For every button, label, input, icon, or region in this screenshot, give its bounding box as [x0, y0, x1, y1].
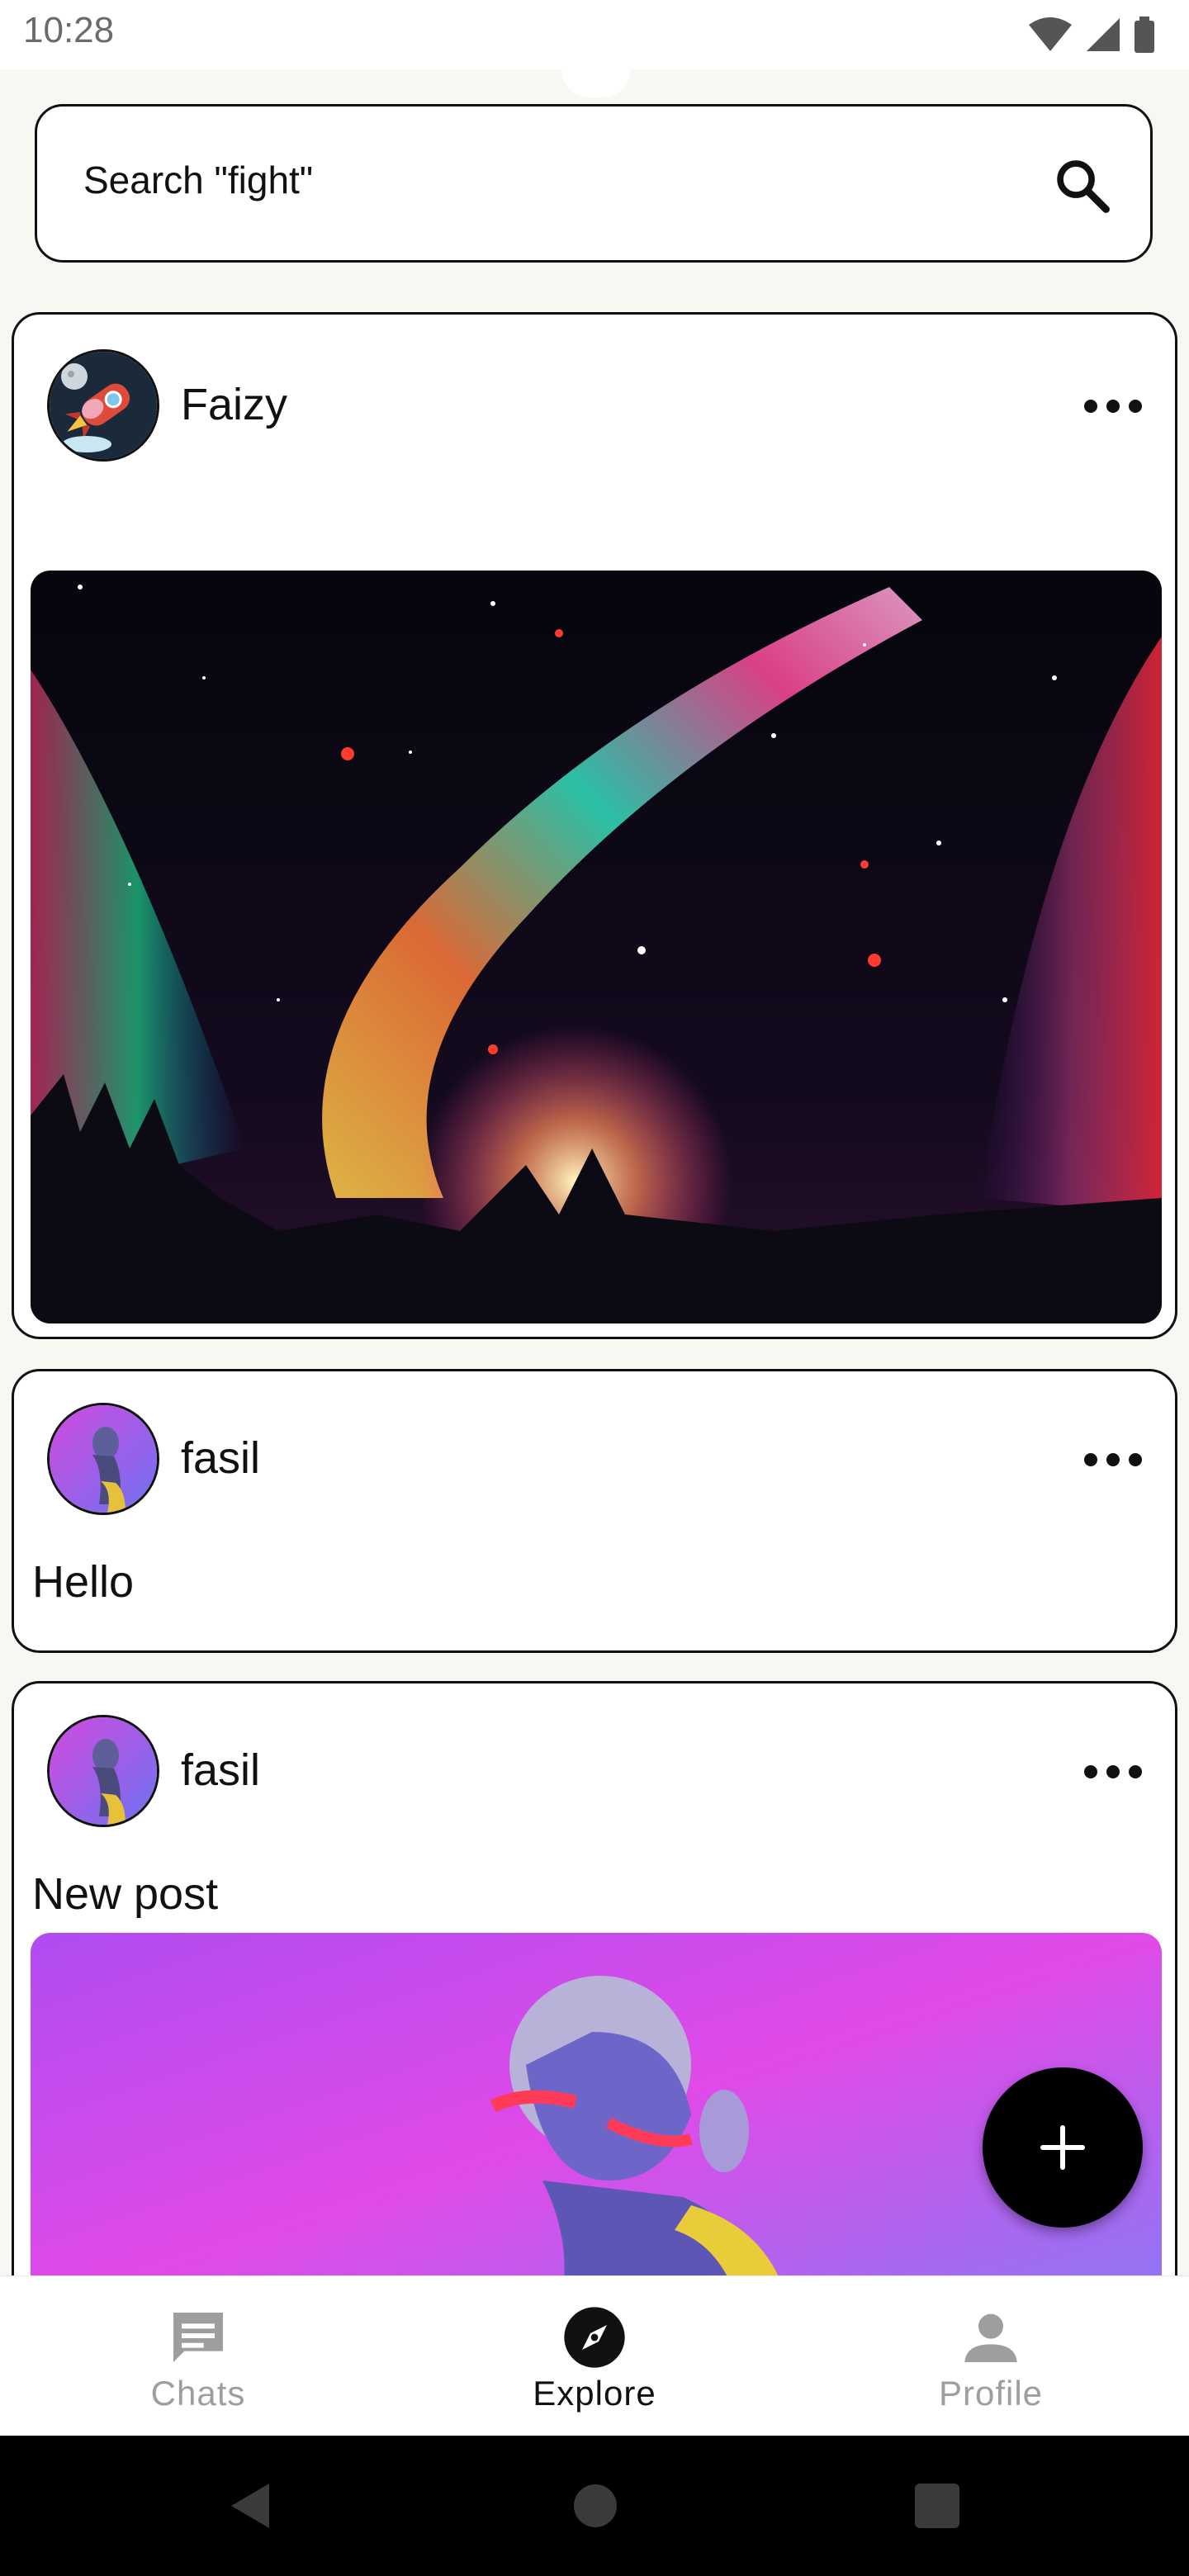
new-post-button[interactable]	[983, 2067, 1143, 2228]
back-icon[interactable]	[223, 2477, 281, 2535]
aurora-galaxy-image	[31, 571, 1162, 1324]
recents-icon[interactable]	[908, 2477, 966, 2535]
search-input[interactable]: Search "fight"	[83, 158, 313, 202]
top-notch	[561, 69, 631, 97]
nav-label-profile: Profile	[938, 2374, 1044, 2413]
nav-label-chats: Chats	[150, 2374, 246, 2413]
post-card[interactable]: fasil Hello	[12, 1369, 1177, 1653]
signal-icon	[1087, 18, 1120, 51]
post-card[interactable]: Faizy	[12, 312, 1177, 1339]
compass-icon	[564, 2307, 625, 2368]
system-navigation-bar	[0, 2436, 1189, 2576]
status-time: 10:28	[23, 10, 115, 50]
search-icon[interactable]	[1051, 154, 1114, 217]
search-bar[interactable]: Search "fight"	[35, 104, 1153, 263]
more-options-icon[interactable]	[1084, 1449, 1142, 1470]
more-options-icon[interactable]	[1084, 1761, 1142, 1783]
nav-item-explore[interactable]: Explore	[396, 2276, 793, 2436]
nav-item-chats[interactable]: Chats	[0, 2276, 396, 2436]
post-username[interactable]: Faizy	[181, 379, 287, 430]
home-icon[interactable]	[566, 2477, 624, 2535]
post-card[interactable]: fasil New post	[12, 1681, 1177, 2308]
chat-icon	[173, 2313, 223, 2362]
more-options-icon[interactable]	[1084, 395, 1142, 417]
battery-icon	[1135, 17, 1154, 53]
wifi-icon	[1029, 17, 1072, 51]
plus-icon	[1040, 2125, 1085, 2170]
rocket-avatar-image	[50, 352, 157, 459]
person-icon	[964, 2313, 1017, 2362]
post-username[interactable]: fasil	[181, 1745, 260, 1796]
nav-label-explore: Explore	[533, 2374, 656, 2413]
post-username[interactable]: fasil	[181, 1432, 260, 1484]
post-image[interactable]	[31, 571, 1162, 1324]
bottom-navigation: Chats Explore Profile	[0, 2275, 1189, 2436]
avatar[interactable]	[47, 1715, 159, 1827]
status-bar: 10:28	[0, 0, 1189, 69]
status-icons	[1027, 15, 1156, 54]
person-avatar-image	[50, 1405, 157, 1513]
avatar[interactable]	[47, 1403, 159, 1515]
nav-item-profile[interactable]: Profile	[793, 2276, 1189, 2436]
post-text: New post	[32, 1869, 219, 1919]
person-avatar-image	[50, 1717, 157, 1825]
post-text: Hello	[32, 1557, 135, 1607]
avatar[interactable]	[47, 349, 159, 462]
